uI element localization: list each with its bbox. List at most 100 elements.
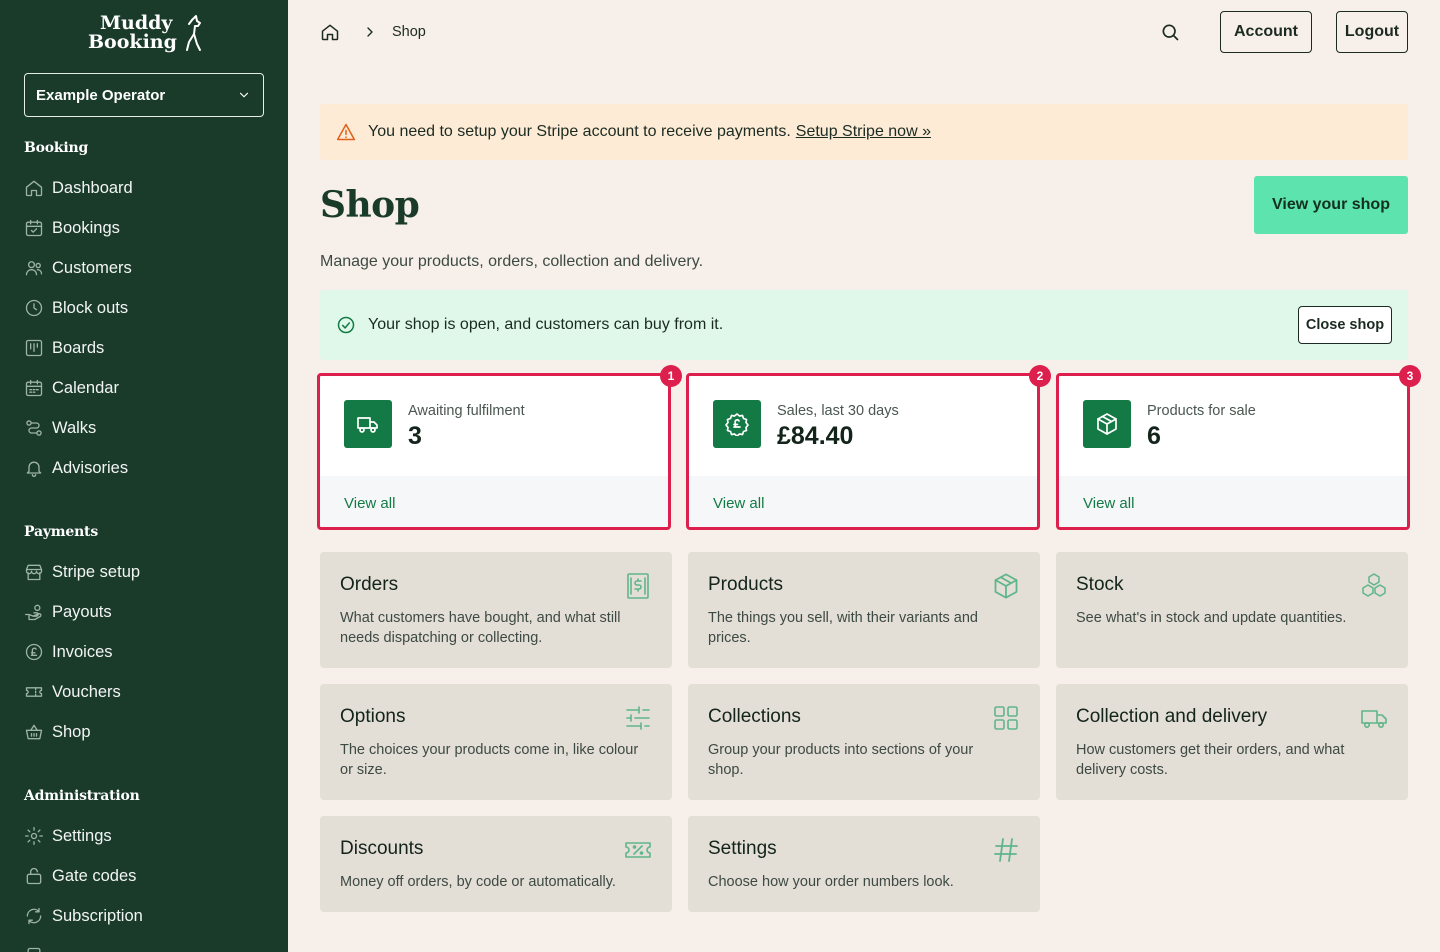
view-all-link[interactable]: View all: [344, 495, 395, 512]
card-description: Group your products into sections of you…: [708, 742, 974, 778]
nav-payments: Stripe setup Payouts Invoices Vouchers S…: [24, 552, 274, 752]
card-title: Orders: [340, 574, 399, 595]
sidebar-item-advisories[interactable]: Advisories: [24, 448, 274, 488]
sidebar-item-settings[interactable]: Settings: [24, 816, 274, 856]
sidebar-item-shop[interactable]: Shop: [24, 712, 274, 752]
hash-icon: [994, 838, 1018, 862]
stat-products-for-sale: Products for sale 6 View all 3: [1056, 365, 1421, 530]
stat-value: £84.40: [777, 422, 854, 450]
sidebar-item-label: Boards: [52, 338, 105, 357]
card-description: Money off orders, by code or automatical…: [340, 874, 616, 890]
home-icon[interactable]: [320, 22, 340, 42]
sidebar-item-label: Invoices: [52, 642, 113, 661]
card-orders[interactable]: Orders What customers have bought, and w…: [320, 552, 672, 668]
account-button[interactable]: Account: [1220, 11, 1312, 53]
nav-administration: Settings Gate codes Subscription: [24, 816, 274, 952]
view-shop-button[interactable]: View your shop: [1254, 176, 1408, 234]
truck-icon: [1361, 710, 1387, 728]
section-title-booking: Booking: [24, 140, 89, 156]
sidebar-item-label: Customers: [52, 258, 132, 277]
brand-logo[interactable]: Muddy Booking: [86, 14, 206, 56]
sidebar-item-dashboard[interactable]: Dashboard: [24, 168, 274, 208]
annotation-badge: 1: [660, 365, 682, 387]
card-discounts[interactable]: Discounts Money off orders, by code or a…: [320, 816, 672, 912]
section-title-administration: Administration: [24, 788, 140, 804]
sidebar-item-payouts[interactable]: Payouts: [24, 592, 274, 632]
stat-label: Sales, last 30 days: [777, 403, 899, 419]
sidebar-item-vouchers[interactable]: Vouchers: [24, 672, 274, 712]
sidebar-item-label: Stripe setup: [52, 562, 141, 581]
calendar-check-icon: [25, 219, 43, 237]
stat-sales-30-days: Sales, last 30 days £84.40 View all 2: [686, 365, 1051, 530]
sidebar-item-walks[interactable]: Walks: [24, 408, 274, 448]
card-collection-and-delivery[interactable]: Collection and delivery How customers ge…: [1056, 684, 1408, 800]
sidebar-item-partial[interactable]: [24, 936, 274, 952]
view-all-link[interactable]: View all: [713, 495, 764, 512]
sidebar-item-boards[interactable]: Boards: [24, 328, 274, 368]
shop-status-text: Your shop is open, and customers can buy…: [368, 316, 724, 333]
sidebar-item-bookings[interactable]: Bookings: [24, 208, 274, 248]
boxes-icon: [1362, 573, 1386, 597]
sidebar-item-label: Bookings: [52, 218, 120, 237]
section-title-payments: Payments: [24, 524, 99, 540]
lock-icon: [26, 867, 42, 885]
close-shop-button[interactable]: Close shop: [1298, 306, 1392, 344]
sidebar-item-label: Settings: [52, 826, 112, 845]
nav-booking: Dashboard Bookings Customers Block outs …: [24, 168, 274, 488]
page-title: Shop: [320, 184, 420, 226]
card-collections[interactable]: Collections Group your products into sec…: [688, 684, 1040, 800]
basket-icon: [25, 724, 43, 740]
setup-stripe-link[interactable]: Setup Stripe now »: [796, 123, 931, 141]
breadcrumb: Shop: [320, 22, 426, 42]
page-subtitle: Manage your products, orders, collection…: [320, 253, 704, 270]
annotation-badge: 2: [1029, 365, 1051, 387]
card-description: The choices your products come in, like …: [340, 742, 639, 778]
bell-icon: [26, 461, 42, 477]
sidebar-item-label: Subscription: [52, 906, 143, 925]
card-description: The things you sell, with their variants…: [708, 610, 978, 646]
stat-icon-tile: [1083, 400, 1131, 448]
sidebar-item-invoices[interactable]: Invoices: [24, 632, 274, 672]
operator-select[interactable]: Example Operator: [24, 73, 264, 117]
box-icon: [994, 573, 1018, 599]
board-icon: [25, 339, 43, 357]
stat-label: Awaiting fulfilment: [408, 403, 525, 419]
grid-icon: [994, 706, 1018, 730]
card-title: Options: [340, 706, 406, 727]
clock-icon: [25, 299, 43, 317]
sidebar-item-label: Advisories: [52, 458, 129, 477]
stat-icon-tile: [713, 400, 761, 448]
card-products[interactable]: Products The things you sell, with their…: [688, 552, 1040, 668]
card-title: Settings: [708, 838, 777, 859]
shop-open-alert: Your shop is open, and customers can buy…: [320, 290, 1408, 360]
stat-icon-tile: [344, 400, 392, 448]
stat-value: 6: [1147, 422, 1161, 450]
sidebar-item-block-outs[interactable]: Block outs: [24, 288, 274, 328]
card-settings[interactable]: Settings Choose how your order numbers l…: [688, 816, 1040, 912]
sidebar-item-gate-codes[interactable]: Gate codes: [24, 856, 274, 896]
gear-icon: [25, 827, 43, 845]
card-title: Stock: [1076, 574, 1124, 595]
sidebar-item-label: Shop: [52, 722, 91, 741]
sidebar-item-subscription[interactable]: Subscription: [24, 896, 274, 936]
sidebar-item-customers[interactable]: Customers: [24, 248, 274, 288]
sliders-icon: [626, 706, 650, 730]
sidebar-item-label: Payouts: [52, 602, 112, 621]
stat-label: Products for sale: [1147, 403, 1256, 419]
card-stock[interactable]: Stock See what's in stock and update qua…: [1056, 552, 1408, 668]
view-all-link[interactable]: View all: [1083, 495, 1134, 512]
logout-button[interactable]: Logout: [1336, 11, 1408, 53]
card-description: See what's in stock and update quantitie…: [1076, 610, 1347, 626]
refresh-icon: [26, 907, 42, 925]
truck-icon: [357, 417, 378, 433]
users-icon: [25, 261, 43, 276]
sidebar-item-calendar[interactable]: Calendar: [24, 368, 274, 408]
card-title: Discounts: [340, 838, 424, 859]
search-icon[interactable]: [1160, 22, 1180, 42]
stat-awaiting-fulfilment: Awaiting fulfilment 3 View all 1: [317, 365, 682, 530]
warning-icon: [336, 123, 356, 141]
top-bar: Shop Account Logout: [320, 10, 1408, 54]
sidebar-item-stripe-setup[interactable]: Stripe setup: [24, 552, 274, 592]
card-title: Collections: [708, 706, 801, 727]
card-options[interactable]: Options The choices your products come i…: [320, 684, 672, 800]
